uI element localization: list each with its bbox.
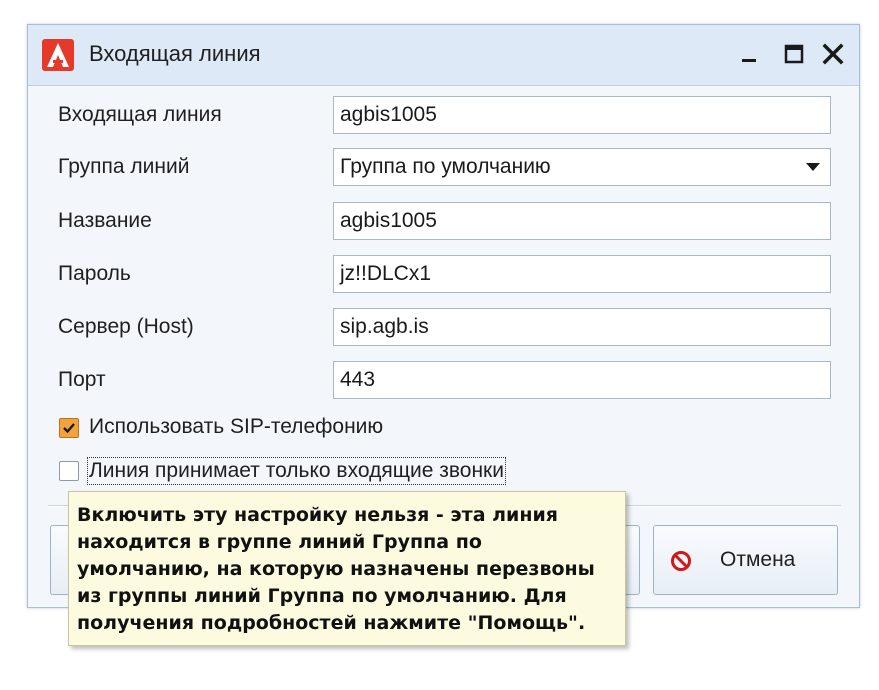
- disabled-setting-tooltip: Включить эту настройку нельзя - эта лини…: [68, 491, 626, 646]
- incoming-line-label: Входящая линия: [58, 103, 222, 126]
- line-group-selected-value: Группа по умолчанию: [340, 155, 551, 178]
- use-sip-label[interactable]: Использовать SIP-телефонию: [89, 415, 383, 439]
- title-bar: Входящая линия: [28, 25, 859, 86]
- app-logo-icon: [42, 39, 74, 71]
- server-label: Сервер (Host): [58, 315, 194, 338]
- server-input[interactable]: sip.agb.is: [333, 308, 831, 346]
- use-sip-checkbox[interactable]: [59, 418, 79, 438]
- chevron-down-icon[interactable]: [806, 163, 820, 171]
- port-label: Порт: [58, 368, 106, 391]
- incoming-only-label[interactable]: Линия принимает только входящие звонки: [87, 457, 506, 485]
- incoming-only-checkbox[interactable]: [59, 461, 79, 481]
- password-input[interactable]: jz!!DLCx1: [333, 255, 831, 293]
- cancel-button[interactable]: Отмена: [653, 525, 838, 595]
- line-group-select[interactable]: Группа по умолчанию: [333, 148, 831, 186]
- cancel-button-label: Отмена: [720, 548, 796, 571]
- maximize-icon[interactable]: [779, 39, 809, 69]
- line-group-label: Группа линий: [58, 155, 190, 178]
- port-input[interactable]: 443: [333, 361, 831, 399]
- incoming-line-input[interactable]: agbis1005: [333, 96, 831, 134]
- close-icon[interactable]: [818, 39, 848, 69]
- minimize-icon[interactable]: [734, 39, 764, 69]
- name-label: Название: [58, 209, 152, 232]
- checkmark-icon: [63, 423, 75, 434]
- cancel-icon: [671, 551, 691, 571]
- tooltip-text: Включить эту настройку нельзя - эта лини…: [77, 504, 595, 634]
- password-label: Пароль: [58, 262, 131, 285]
- window-title: Входящая линия: [89, 41, 261, 66]
- name-input[interactable]: agbis1005: [333, 202, 831, 240]
